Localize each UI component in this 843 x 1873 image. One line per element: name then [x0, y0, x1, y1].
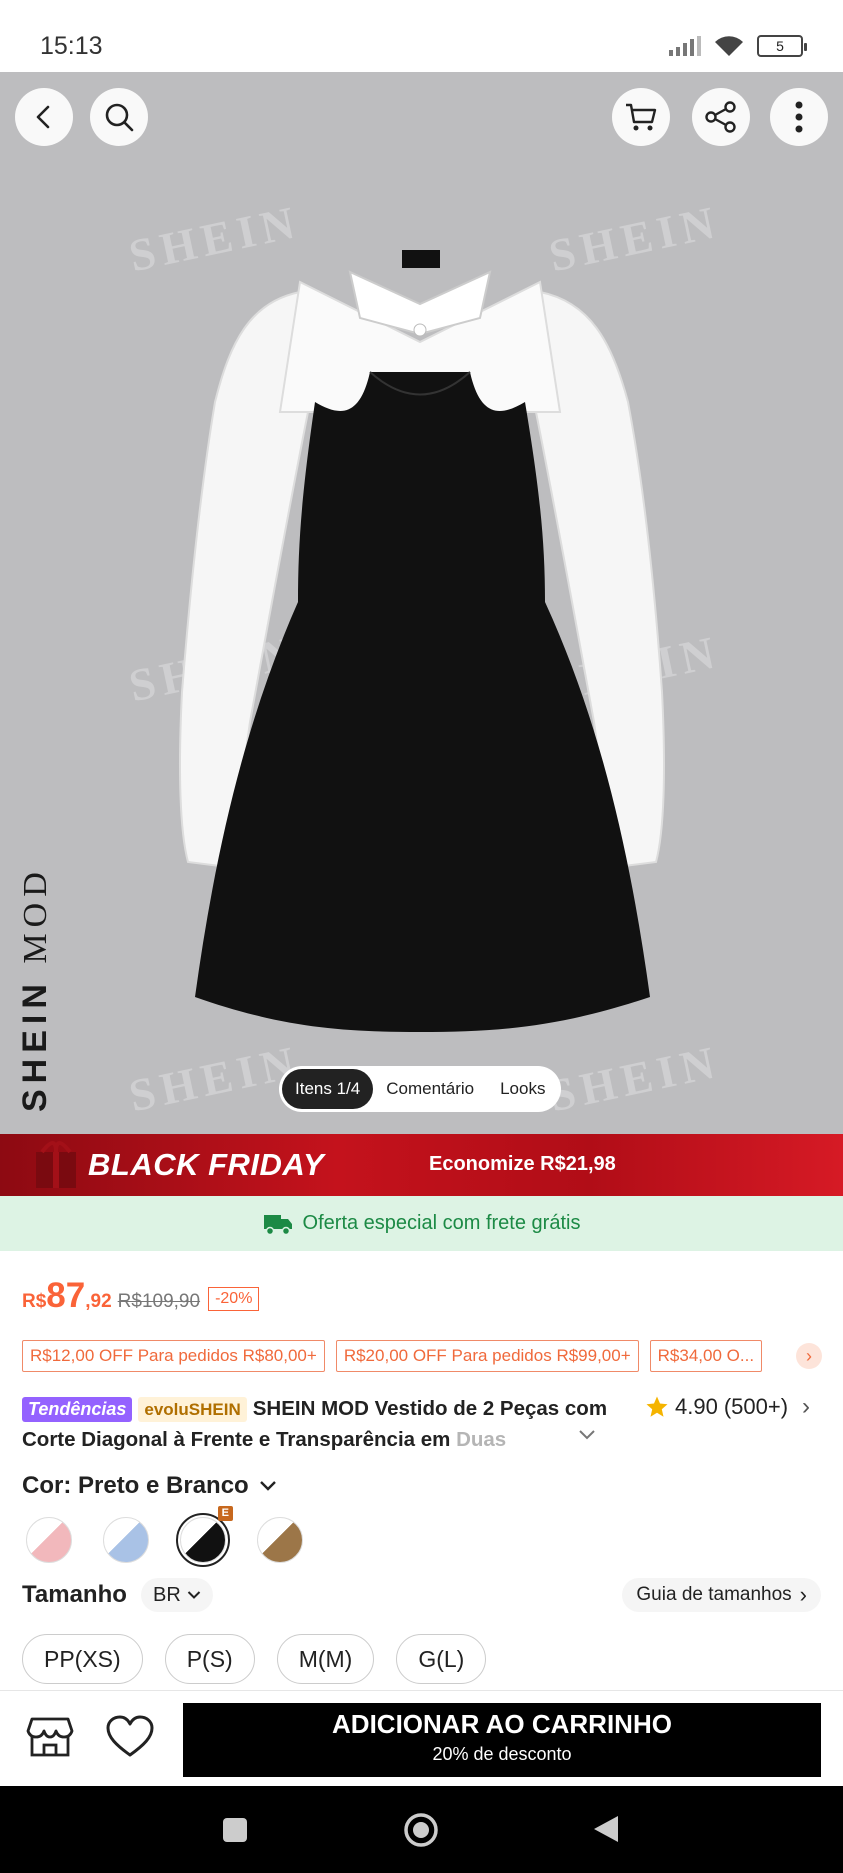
free-shipping-banner: Oferta especial com frete grátis: [0, 1196, 843, 1251]
color-label-text: Cor: Preto e Branco: [22, 1472, 249, 1499]
status-bar: 15:13 5: [0, 0, 843, 72]
cart-icon: [626, 103, 657, 131]
size-guide-text: Guia de tamanhos: [636, 1584, 792, 1605]
add-to-cart-label: ADICIONAR AO CARRINHO: [332, 1709, 672, 1739]
product-title[interactable]: Tendências evoluSHEIN SHEIN MOD Vestido de…: [22, 1393, 622, 1455]
price-integer: 87: [46, 1276, 86, 1315]
size-option-p[interactable]: P(S): [164, 1634, 255, 1684]
back-icon: [36, 105, 50, 129]
black-friday-title: BLACK FRIDAY: [88, 1147, 325, 1182]
heart-icon: [106, 1715, 154, 1757]
home-icon[interactable]: [403, 1812, 439, 1848]
back-button[interactable]: [15, 88, 73, 146]
product-image[interactable]: SHEIN SHEIN SHEIN SHEIN SHEIN SHEIN SHEI…: [0, 72, 843, 1134]
star-icon: [646, 1396, 668, 1417]
search-icon: [105, 103, 134, 132]
store-button[interactable]: [26, 1715, 74, 1764]
battery-icon: 5: [757, 35, 807, 57]
size-region-text: BR: [153, 1584, 181, 1606]
trend-tag: Tendências: [22, 1397, 133, 1422]
image-tabs: Itens 1/4 Comentário Looks: [279, 1066, 562, 1112]
black-friday-banner[interactable]: BLACK FRIDAY Economize R$21,98: [0, 1134, 843, 1196]
bottom-action-bar: ADICIONAR AO CARRINHO 20% de desconto: [0, 1690, 843, 1786]
chevron-down-icon: [187, 1591, 201, 1599]
system-nav-bar: [0, 1786, 843, 1873]
tab-itens[interactable]: Itens 1/4: [282, 1069, 374, 1109]
chevron-down-icon[interactable]: [578, 1429, 596, 1441]
chevron-right-icon: ›: [806, 1346, 812, 1366]
color-selector-label[interactable]: Cor: Preto e Branco: [22, 1472, 277, 1500]
truck-icon: [263, 1214, 292, 1235]
brand-logo: SHEIN MOD: [16, 866, 54, 1112]
swatch-marrom-branco[interactable]: [257, 1517, 303, 1563]
chevron-right-icon: ›: [799, 1582, 807, 1607]
size-guide-button[interactable]: Guia de tamanhos ›: [622, 1578, 821, 1612]
color-swatches: E: [26, 1506, 303, 1567]
evolushein-tag: evoluSHEIN: [138, 1397, 247, 1422]
share-button[interactable]: [692, 88, 750, 146]
rating-count: (500+): [723, 1394, 789, 1419]
discount-badge: -20%: [208, 1287, 260, 1311]
black-friday-savings: Economize R$21,98: [429, 1153, 616, 1175]
signal-icon: [669, 36, 701, 56]
search-button[interactable]: [90, 88, 148, 146]
size-options: PP(XS) P(S) M(M) G(L): [22, 1634, 487, 1684]
coupon-chip[interactable]: R$34,00 O...: [649, 1340, 763, 1372]
back-nav-icon[interactable]: [592, 1814, 620, 1844]
more-button[interactable]: [770, 88, 828, 146]
share-icon: [705, 101, 736, 133]
status-icons: 5: [669, 34, 807, 58]
size-region-selector[interactable]: BR: [141, 1578, 213, 1612]
original-price: R$109,90: [117, 1291, 201, 1312]
add-to-cart-button[interactable]: ADICIONAR AO CARRINHO 20% de desconto: [183, 1703, 821, 1777]
coupon-chip[interactable]: R$12,00 OFF Para pedidos R$80,00+: [22, 1340, 325, 1372]
swatch-azul-branco[interactable]: [103, 1517, 149, 1563]
swatch-rosa-branco[interactable]: [26, 1517, 72, 1563]
size-label: Tamanho: [22, 1581, 127, 1608]
wifi-icon: [715, 36, 743, 56]
swatch-badge: E: [217, 1506, 233, 1521]
free-shipping-text: Oferta especial com frete grátis: [302, 1212, 581, 1234]
tab-looks[interactable]: Looks: [487, 1069, 558, 1109]
size-option-m[interactable]: M(M): [276, 1634, 375, 1684]
rating[interactable]: 4.90 (500+) ›: [645, 1393, 810, 1421]
gift-icon: [36, 1141, 76, 1188]
price-decimal: ,92: [85, 1291, 112, 1312]
price-currency: R$: [22, 1291, 47, 1312]
dress-illustration: [179, 250, 665, 1032]
store-icon: [26, 1717, 74, 1757]
chevron-down-icon: [259, 1481, 276, 1491]
rating-value: 4.90: [675, 1394, 718, 1419]
more-icon: [795, 101, 803, 133]
chevron-right-icon: ›: [802, 1393, 811, 1420]
size-option-pp[interactable]: PP(XS): [22, 1634, 143, 1684]
price: R$ 87 ,92 R$109,90 -20%: [22, 1276, 260, 1316]
cart-button[interactable]: [612, 88, 670, 146]
swatch-preto-branco[interactable]: E: [176, 1506, 233, 1567]
coupon-chip[interactable]: R$20,00 OFF Para pedidos R$99,00+: [335, 1340, 639, 1372]
coupon-more-button[interactable]: ›: [796, 1343, 822, 1369]
tab-comentario[interactable]: Comentário: [373, 1069, 487, 1109]
coupon-list: R$12,00 OFF Para pedidos R$80,00+ R$20,0…: [22, 1340, 763, 1372]
favorite-button[interactable]: [106, 1715, 154, 1764]
status-time: 15:13: [40, 32, 103, 60]
product-title-fade: Duas: [456, 1428, 507, 1451]
recents-icon[interactable]: [221, 1816, 249, 1844]
add-to-cart-discount: 20% de desconto: [432, 1744, 572, 1764]
size-option-g[interactable]: G(L): [396, 1634, 487, 1684]
